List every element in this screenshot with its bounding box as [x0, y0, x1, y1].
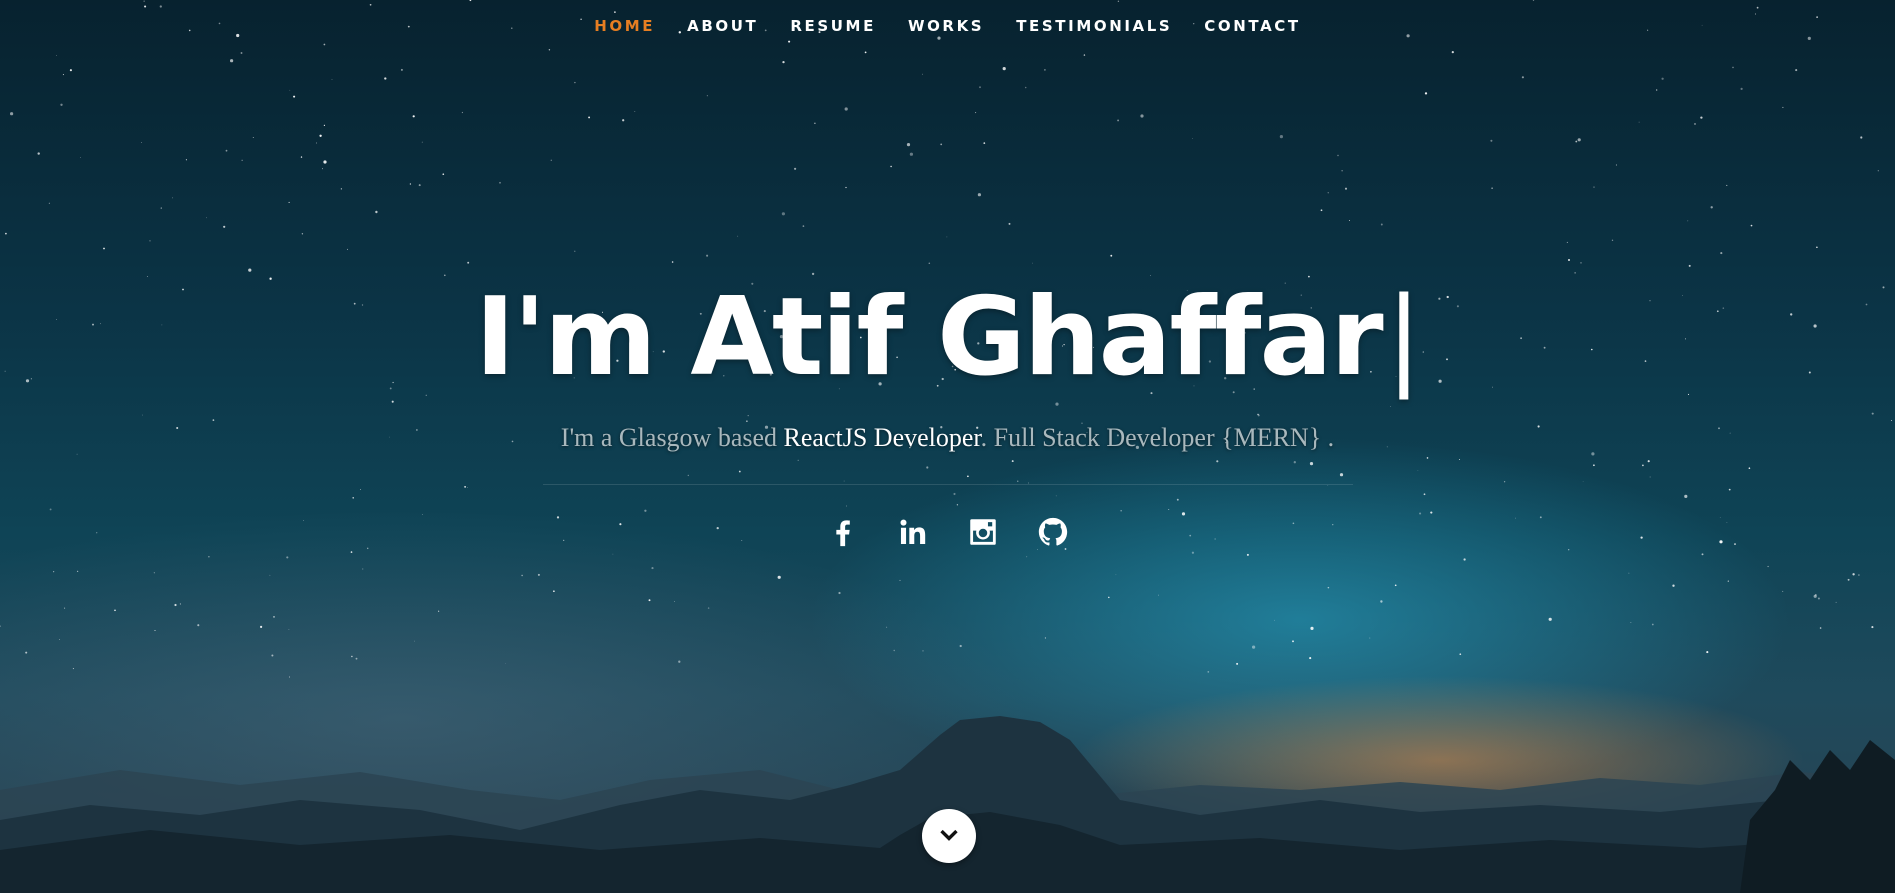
- instagram-link[interactable]: [965, 512, 1001, 552]
- tagline-divider: [543, 484, 1353, 485]
- main-navigation: HOME ABOUT RESUME WORKS TESTIMONIALS CON…: [0, 0, 1895, 52]
- github-icon: [1038, 517, 1067, 546]
- linkedin-icon: [900, 519, 925, 545]
- tagline-highlight: ReactJS Developer: [783, 423, 981, 452]
- instagram-icon: [969, 519, 996, 545]
- linkedin-link[interactable]: [895, 512, 931, 552]
- facebook-link[interactable]: [825, 512, 861, 552]
- headline-text: I'm Atif Ghaffar: [474, 275, 1384, 400]
- hero-section: HOME ABOUT RESUME WORKS TESTIMONIALS CON…: [0, 0, 1895, 893]
- tagline-prefix: I'm a Glasgow based: [560, 423, 778, 452]
- facebook-icon: [835, 520, 850, 547]
- scroll-down-button[interactable]: [922, 809, 976, 863]
- nav-home-link[interactable]: HOME: [594, 17, 655, 35]
- nav-resume-link[interactable]: RESUME: [790, 17, 876, 35]
- social-links: [0, 512, 1895, 552]
- tagline-suffix: . Full Stack Developer {MERN} .: [980, 423, 1335, 452]
- nav-testimonials-link[interactable]: TESTIMONIALS: [1016, 17, 1172, 35]
- typing-cursor: |: [1385, 275, 1422, 400]
- hero-headline: I'm Atif Ghaffar|: [0, 276, 1895, 400]
- hero-tagline: I'm a Glasgow based ReactJS Developer. F…: [0, 423, 1895, 453]
- nav-contact-link[interactable]: CONTACT: [1204, 17, 1300, 35]
- chevron-down-icon: [940, 829, 958, 841]
- nav-about-link[interactable]: ABOUT: [687, 17, 758, 35]
- github-link[interactable]: [1035, 512, 1071, 552]
- nav-works-link[interactable]: WORKS: [908, 17, 984, 35]
